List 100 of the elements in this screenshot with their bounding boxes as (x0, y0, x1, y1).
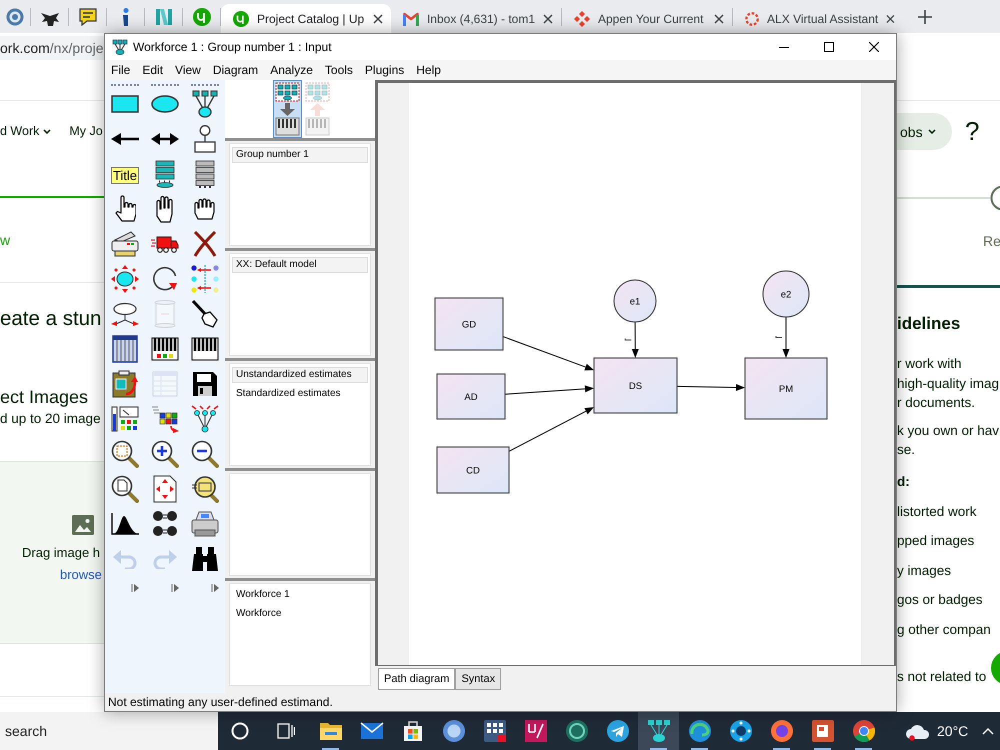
keys-grid-icon[interactable] (151, 337, 179, 361)
ellipse-icon[interactable] (151, 95, 179, 113)
zoom-area-icon[interactable] (111, 440, 139, 468)
ellipse-arrows-icon[interactable] (111, 302, 139, 326)
tree-diagram-icon (112, 39, 128, 55)
page-arrows-icon[interactable] (153, 475, 177, 503)
close-icon[interactable] (886, 14, 895, 24)
observed-variable-box[interactable] (744, 358, 828, 420)
nav-button[interactable]: obs (897, 113, 952, 150)
menu-item[interactable]: Analyze (264, 60, 319, 80)
paragraph-text: r work with high-quality imag r documents. (897, 355, 1000, 412)
drop-zone[interactable]: Drag image h browse (0, 461, 104, 644)
round-button-icon[interactable] (990, 651, 1000, 685)
tree-arrows-icon[interactable] (191, 405, 219, 433)
ring-logo-icon[interactable] (6, 8, 24, 26)
resize-arrows-icon[interactable] (111, 265, 139, 293)
expand-icon[interactable] (211, 584, 219, 592)
color-grid-icon[interactable] (151, 405, 179, 433)
observed-variable-box[interactable] (434, 298, 504, 350)
gauge-icon[interactable] (111, 406, 139, 432)
maximize-icon[interactable] (824, 42, 834, 52)
taskbar-button[interactable] (638, 712, 679, 750)
list-item[interactable]: Group number 1 (232, 147, 368, 163)
save-icon[interactable] (192, 371, 218, 397)
menu-item[interactable]: Edit (136, 60, 170, 80)
double-arrow-icon[interactable] (151, 133, 179, 145)
page-magnifier-icon[interactable] (111, 475, 139, 503)
menu-item[interactable]: Plugins (358, 60, 410, 80)
chat-bubble-icon[interactable] (78, 8, 96, 26)
menu-item[interactable]: Diagram (206, 60, 264, 80)
browse-link[interactable]: browse (60, 565, 102, 585)
view-button[interactable] (272, 80, 302, 138)
close-icon[interactable] (868, 42, 878, 52)
left-arrow-icon[interactable] (111, 133, 139, 145)
minimize-icon[interactable] (778, 46, 788, 48)
error-variable-circle[interactable] (762, 270, 810, 318)
bell-curve-icon[interactable] (111, 513, 139, 535)
tab[interactable]: Path diagram (378, 668, 456, 690)
nav-link[interactable]: My Jo (69, 121, 103, 141)
truck-icon[interactable] (151, 235, 179, 253)
round-logo-icon[interactable] (192, 8, 210, 26)
variable-list-icon[interactable] (155, 160, 175, 188)
tab[interactable]: Syntax (455, 668, 502, 690)
menu-item[interactable]: Tools (318, 60, 359, 80)
rectangle-icon[interactable] (111, 95, 139, 113)
zoom-in-icon[interactable] (151, 440, 179, 468)
chrome-logo-icon (852, 719, 876, 743)
list-item[interactable]: Workforce 1 (232, 587, 368, 603)
zoom-out-icon[interactable] (191, 440, 219, 468)
title-button[interactable]: Title (110, 167, 140, 184)
loupe-icon[interactable] (191, 475, 219, 503)
linked-circles-icon[interactable] (152, 510, 178, 538)
reflect-icon[interactable] (191, 265, 219, 293)
list-item-text: s not related to (897, 668, 986, 686)
list-item[interactable]: Standardized estimates (232, 386, 368, 402)
observed-variable-box[interactable] (436, 374, 506, 420)
browser-tab[interactable]: Project Catalog | Up (221, 4, 391, 33)
browser-tab[interactable]: ALX Virtual Assistant (733, 4, 903, 33)
close-icon[interactable] (373, 14, 383, 24)
temperature-text[interactable]: 20°C (937, 723, 968, 739)
expand-icon[interactable] (171, 584, 179, 592)
stripe-logo-icon[interactable] (154, 8, 172, 26)
menu-item[interactable]: View (169, 60, 207, 80)
list-item[interactable]: XX: Default model (232, 257, 368, 273)
clipboard-icon[interactable] (112, 370, 138, 398)
binoculars-icon[interactable] (191, 546, 219, 572)
copier-icon[interactable] (111, 231, 139, 257)
task-view-icon[interactable] (277, 723, 295, 739)
observed-variable-box[interactable] (436, 446, 510, 494)
search-field[interactable]: search (0, 712, 218, 750)
list-item[interactable]: Unstandardized estimates (232, 367, 368, 383)
error-variable-icon[interactable] (194, 125, 216, 153)
browser-tab[interactable]: Appen Your Current (562, 4, 732, 33)
step-label[interactable]: Re (983, 232, 1000, 250)
cross-icon[interactable] (193, 231, 217, 257)
list-heading: d: (897, 472, 910, 490)
data-grid-icon[interactable] (112, 335, 138, 363)
nav-link[interactable]: d Work (0, 121, 52, 141)
close-icon[interactable] (543, 14, 553, 24)
close-icon[interactable] (714, 14, 724, 24)
ring-icon[interactable] (231, 722, 249, 740)
address-field[interactable]: ork.com/nx/proje (0, 36, 104, 60)
help-button[interactable]: ? (965, 113, 980, 150)
fist-icon[interactable] (193, 198, 217, 220)
chevron-up-icon[interactable] (982, 728, 994, 734)
data-list-icon[interactable] (195, 160, 215, 188)
observed-variable-box[interactable] (594, 358, 678, 414)
browser-tab[interactable]: Inbox (4,631) - tom1 (391, 4, 561, 33)
rotate-icon[interactable] (152, 266, 178, 292)
expand-icon[interactable] (131, 584, 139, 592)
wand-icon[interactable] (192, 300, 218, 328)
list-item[interactable]: Workforce (232, 606, 368, 622)
menu-item[interactable]: Help (410, 60, 447, 80)
plus-icon[interactable] (918, 10, 932, 24)
piano-keys-icon[interactable] (191, 337, 219, 361)
menu-item[interactable]: File (105, 60, 136, 80)
pointing-hand-icon[interactable] (114, 195, 136, 223)
indicator-tree-icon[interactable] (192, 90, 218, 118)
error-variable-circle[interactable] (614, 280, 656, 322)
printer-icon[interactable] (191, 511, 219, 537)
